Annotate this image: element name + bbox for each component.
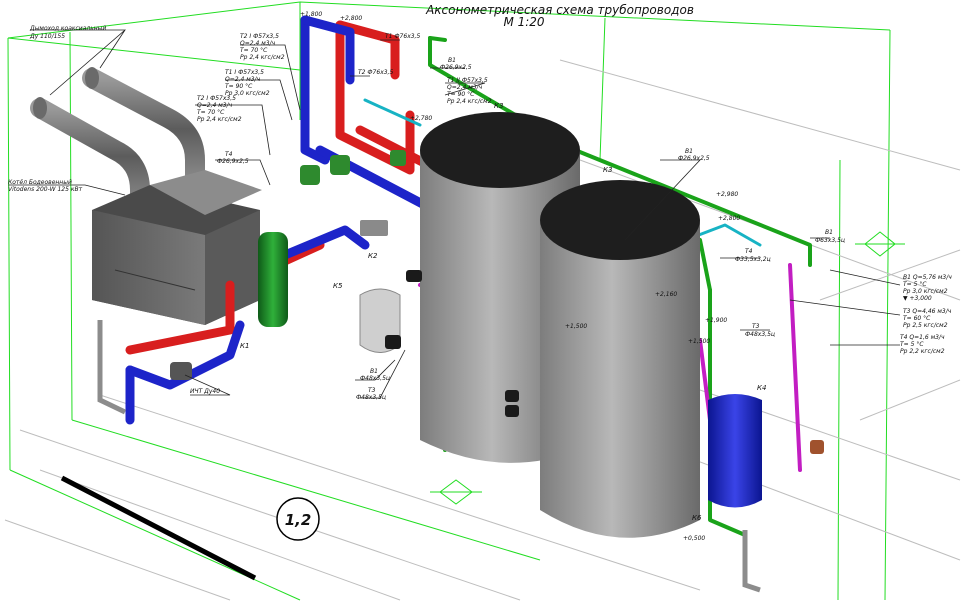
t3a-label-1: Т3 [752, 323, 760, 330]
t22-label-2: Q=2,4 м3/ч [197, 102, 233, 109]
k3b-label: К3 [603, 166, 612, 174]
v1right-label-2: Т= 5 °С [903, 281, 927, 288]
t22-label-4: Рр 2,4 кгс/см2 [197, 116, 242, 123]
level-7: +1,900 [705, 317, 727, 324]
level-6: +2,160 [655, 291, 677, 298]
hydraulic-separator [258, 232, 288, 327]
t12-label-1: Т1 I Ф57х3,5 [225, 69, 264, 76]
v1right-label-3: Рр 3,0 кгс/см2 [903, 288, 948, 295]
level-4: +2,980 [716, 191, 738, 198]
level-1: +1,800 [300, 11, 322, 18]
boiler-label-1: Котёл Бодеовенный [8, 179, 72, 186]
t4-label-1: Т4 [225, 151, 233, 158]
t21-label-1: Т2 I Ф57х3,5 [240, 33, 279, 40]
t3bottom-label-2: Ф48х3,5ц [356, 394, 386, 401]
blue-buffer-tank [708, 394, 762, 508]
v1bottom-label-2: Ф48х3,5ц [360, 375, 390, 382]
k1-label: К1 [240, 342, 249, 350]
level-3: +2,780 [410, 115, 432, 122]
level-8: +1,500 [565, 323, 587, 330]
k5-label: К5 [333, 282, 343, 290]
storage-tank-right [540, 180, 700, 538]
k2-label: К2 [368, 252, 378, 260]
t3right-label-3: Рр 2,5 кгс/см2 [903, 322, 948, 329]
t3right-label-1: Т3 Q=4,46 м3/ч [903, 308, 952, 315]
t1ii-label-3: T= 90 °С [447, 91, 475, 98]
t4right-label-1: Т4 Q=1,6 м3/ч [900, 334, 945, 341]
level-9: +1,500 [688, 338, 710, 345]
drawing-title: Аксонометрическая схема трубопроводов [425, 3, 694, 17]
t21-label-3: T= 70 °С [240, 47, 268, 54]
pipeline-axonometric-drawing: 1,2 Аксонометрическая схема трубопроводо… [4, 1, 961, 601]
floor-thick-line [60, 475, 257, 581]
t2-label: Т2 Ф76х3,5 [358, 69, 393, 76]
level-10: +0,500 [683, 535, 705, 542]
t4b-label-2: Ф33,5х3,2ц [735, 256, 771, 263]
t1ii-label-1: Т1 II Ф57х3,5 [447, 77, 488, 84]
t4right-label-3: Рр 2,2 кгс/см2 [900, 348, 945, 355]
k6-label: К6 [692, 514, 702, 522]
v1right-label-1: В1 Q=5,76 м3/ч [903, 274, 952, 281]
flue-label-1: Дымоход коаксиальный [29, 25, 106, 32]
t12-label-3: T= 90 °С [225, 83, 253, 90]
t4right-label-2: Т= 5 °С [900, 341, 924, 348]
t4b-label-1: Т4 [745, 248, 753, 255]
t11-label: Т1 Ф76х3,5 [385, 33, 420, 40]
t22-label-1: Т2 I Ф57х3,5 [197, 95, 236, 102]
t22-label-3: T= 70 °С [197, 109, 225, 116]
v1c-label-2: Ф63х3,5ц [815, 237, 845, 244]
level-5: +2,800 [718, 215, 740, 222]
v1right-label-4: ▼ +3,000 [903, 295, 932, 302]
t1ii-label-2: Q=2,4 м3/ч [447, 84, 483, 91]
v1c-label-1: В1 [825, 229, 833, 236]
level-2: +2,800 [340, 15, 362, 22]
ip-label: ИЧТ Ду40 [190, 388, 220, 395]
v1b-label-1: В1 [685, 148, 693, 155]
t4-label-2: Ф26,9х2,5 [217, 158, 249, 165]
v1a-label-2: Ф26,9х2,5 [440, 64, 472, 71]
flue-label-2: Ду 110/155 [29, 33, 65, 40]
k3-label: К3 [494, 102, 503, 110]
t3a-label-2: Ф48х3,5ц [745, 331, 775, 338]
t3bottom-label-1: Т3 [368, 387, 376, 394]
v1a-label-1: В1 [448, 57, 456, 64]
v1bottom-label-1: В1 [370, 368, 378, 375]
t21-label-2: Q=2,4 м3/ч [240, 40, 276, 47]
t3right-label-2: Т= 60 °С [903, 315, 931, 322]
t12-label-2: Q=2,4 м3/ч [225, 76, 261, 83]
v1b-label-2: Ф26,9х2,5 [678, 155, 710, 162]
k4-label: К4 [757, 384, 766, 392]
view-number: 1,2 [285, 511, 312, 529]
t1ii-label-4: Рр 2,4 кгс/см2 [447, 98, 492, 105]
t21-label-4: Рр 2,4 кгс/см2 [240, 54, 285, 61]
boiler-label-2: Vitodens 200-W 125 кВт [8, 186, 83, 193]
drawing-scale: М 1:20 [503, 15, 544, 29]
